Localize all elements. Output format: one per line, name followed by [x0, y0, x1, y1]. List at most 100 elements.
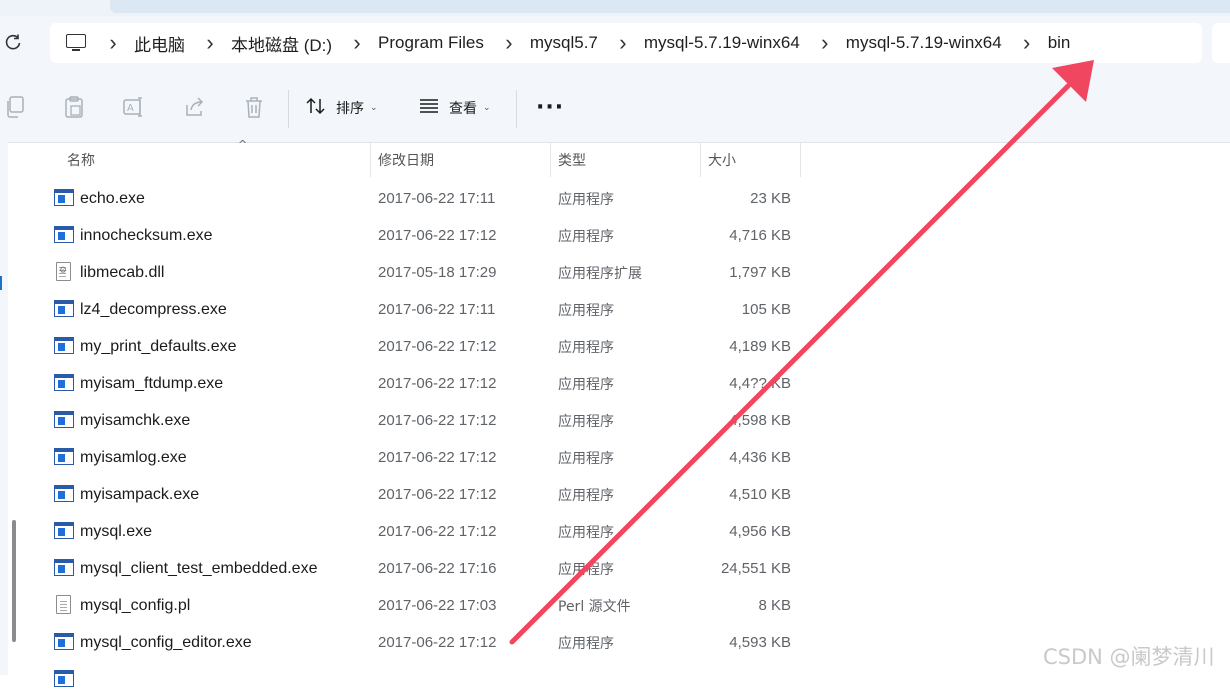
share-icon[interactable]: [184, 96, 206, 120]
application-icon: [54, 485, 74, 502]
text-file-icon: [56, 595, 71, 614]
application-icon: [54, 559, 74, 576]
column-header-size[interactable]: 大小: [701, 142, 801, 177]
file-name: libmecab.dll: [80, 254, 164, 291]
file-row[interactable]: myisampack.exe2017-06-22 17:12应用程序4,510 …: [30, 476, 830, 513]
computer-icon[interactable]: [66, 34, 88, 52]
refresh-icon[interactable]: [4, 33, 22, 51]
file-date: 2017-06-22 17:12: [378, 513, 496, 550]
file-date: 2017-06-22 17:12: [378, 365, 496, 402]
file-date: 2017-06-22 17:16: [378, 550, 496, 587]
file-type: 应用程序: [558, 624, 614, 661]
copy-icon[interactable]: [5, 96, 25, 120]
sort-button[interactable]: 排序 ⌄: [306, 96, 378, 120]
file-row[interactable]: mysql_config_editor.exe2017-06-22 17:12应…: [30, 624, 830, 661]
sort-label: 排序: [336, 98, 364, 118]
file-size: 4,956 KB: [700, 513, 791, 550]
file-row[interactable]: myisam_ftdump.exe2017-06-22 17:12应用程序4,4…: [30, 365, 830, 402]
active-tab[interactable]: [110, 0, 1230, 13]
file-row[interactable]: echo.exe 2017-06-22 17:11 应用程序 23 KB: [30, 180, 830, 217]
application-icon: [54, 300, 74, 317]
file-size: 1,797 KB: [700, 254, 791, 291]
application-icon: [54, 448, 74, 465]
delete-icon[interactable]: [244, 96, 264, 120]
file-row[interactable]: mysql_client_test_embedded.exe 2017-06-22…: [30, 550, 830, 587]
file-row[interactable]: lz4_decompress.exe2017-06-22 17:11应用程序10…: [30, 291, 830, 328]
file-size: 8 KB: [700, 587, 791, 624]
file-name: lz4_decompress.exe: [80, 291, 227, 328]
column-header-name[interactable]: 名称 ^: [30, 142, 371, 177]
chevron-right-icon[interactable]: ›: [195, 30, 225, 56]
breadcrumb-item[interactable]: mysql-5.7.19-winx64: [644, 33, 800, 53]
file-type: 应用程序扩展: [558, 254, 642, 291]
file-size: 23 KB: [700, 180, 791, 217]
column-header-type[interactable]: 类型: [551, 142, 701, 177]
file-row[interactable]: mysql_config.pl2017-06-22 17:03Perl 源文件8…: [30, 587, 830, 624]
command-bar: A 排序 ⌄ 查看 ⌄ ···: [0, 76, 1230, 143]
file-name: echo.exe: [80, 180, 145, 217]
svg-text:A: A: [127, 103, 134, 114]
more-options-button[interactable]: ···: [536, 100, 564, 116]
chevron-right-icon[interactable]: ›: [608, 30, 638, 56]
file-type: 应用程序: [558, 328, 614, 365]
chevron-right-icon[interactable]: ›: [342, 30, 372, 56]
file-list: 名称 ^ 修改日期 类型 大小 echo.exe 2017-06-22 17:11…: [0, 142, 1230, 675]
file-row[interactable]: mysql.exe2017-06-22 17:12应用程序4,956 KB: [30, 513, 830, 550]
file-type: Perl 源文件: [558, 587, 631, 624]
breadcrumb-item[interactable]: Program Files: [378, 33, 484, 53]
file-type: 应用程序: [558, 180, 614, 217]
chevron-right-icon[interactable]: ›: [494, 30, 524, 56]
file-size: 4,4?? KB: [700, 365, 791, 402]
breadcrumb-item[interactable]: 本地磁盘 (D:): [231, 31, 332, 56]
watermark: CSDN @阑梦清川: [1043, 641, 1215, 671]
file-row[interactable]: libmecab.dll 2017-05-18 17:29 应用程序扩展 1,797 …: [30, 254, 830, 291]
column-header-date[interactable]: 修改日期: [371, 142, 551, 177]
chevron-down-icon: ⌄: [370, 103, 378, 113]
search-box[interactable]: [1212, 23, 1230, 63]
file-name: myisamchk.exe: [80, 402, 190, 439]
file-date: 2017-06-22 17:03: [378, 587, 496, 624]
file-size: [700, 661, 791, 698]
file-row[interactable]: myisamlog.exe2017-06-22 17:12应用程序4,436 K…: [30, 439, 830, 476]
file-name: innochecksum.exe: [80, 217, 213, 254]
file-date: 2017-05-18 17:29: [378, 254, 496, 291]
file-date: 2017-06-22 17:11: [378, 180, 495, 217]
view-button[interactable]: 查看 ⌄: [419, 96, 491, 120]
application-icon: [54, 189, 74, 206]
chevron-right-icon[interactable]: ›: [1012, 30, 1042, 56]
breadcrumb-item[interactable]: 此电脑: [134, 31, 185, 56]
chevron-right-icon[interactable]: ›: [98, 30, 128, 56]
file-row[interactable]: my_print_defaults.exe 2017-06-22 17:12 应用程…: [30, 328, 830, 365]
application-icon: [54, 374, 74, 391]
file-date: 2017-06-22 17:12: [378, 328, 496, 365]
sort-ascending-icon: ^: [238, 138, 247, 151]
toolbar-divider: [288, 90, 289, 128]
file-name: mysql_client_test_embedded.exe: [80, 550, 317, 587]
file-type: 应用程序: [558, 550, 614, 587]
address-bar[interactable]: ›此电脑›本地磁盘 (D:)›Program Files›mysql5.7›my…: [50, 23, 1202, 63]
file-name: myisampack.exe: [80, 476, 199, 513]
file-name: my_print_defaults.exe: [80, 328, 237, 365]
column-header-size-label: 大小: [708, 150, 736, 170]
file-type: 应用程序: [558, 365, 614, 402]
file-row[interactable]: innochecksum.exe2017-06-22 17:12应用程序4,71…: [30, 217, 830, 254]
file-type: 应用程序: [558, 513, 614, 550]
breadcrumb-item[interactable]: mysql5.7: [530, 33, 598, 53]
file-row[interactable]: [30, 661, 830, 698]
rename-icon[interactable]: A: [123, 96, 145, 120]
file-type: 应用程序: [558, 291, 614, 328]
paste-icon[interactable]: [64, 96, 84, 120]
file-date: 2017-06-22 17:12: [378, 217, 496, 254]
view-label: 查看: [449, 98, 477, 118]
file-row[interactable]: myisamchk.exe2017-06-22 17:12应用程序4,598 K…: [30, 402, 830, 439]
sort-icon: [306, 97, 326, 119]
breadcrumb-item[interactable]: bin: [1048, 33, 1071, 53]
file-name: mysql_config_editor.exe: [80, 624, 252, 661]
chevron-right-icon[interactable]: ›: [810, 30, 840, 56]
column-header-name-label: 名称: [67, 150, 95, 170]
file-date: 2017-06-22 17:12: [378, 439, 496, 476]
breadcrumb-item[interactable]: mysql-5.7.19-winx64: [846, 33, 1002, 53]
file-date: 2017-06-22 17:11: [378, 291, 495, 328]
toolbar-divider: [516, 90, 517, 128]
application-icon: [54, 411, 74, 428]
